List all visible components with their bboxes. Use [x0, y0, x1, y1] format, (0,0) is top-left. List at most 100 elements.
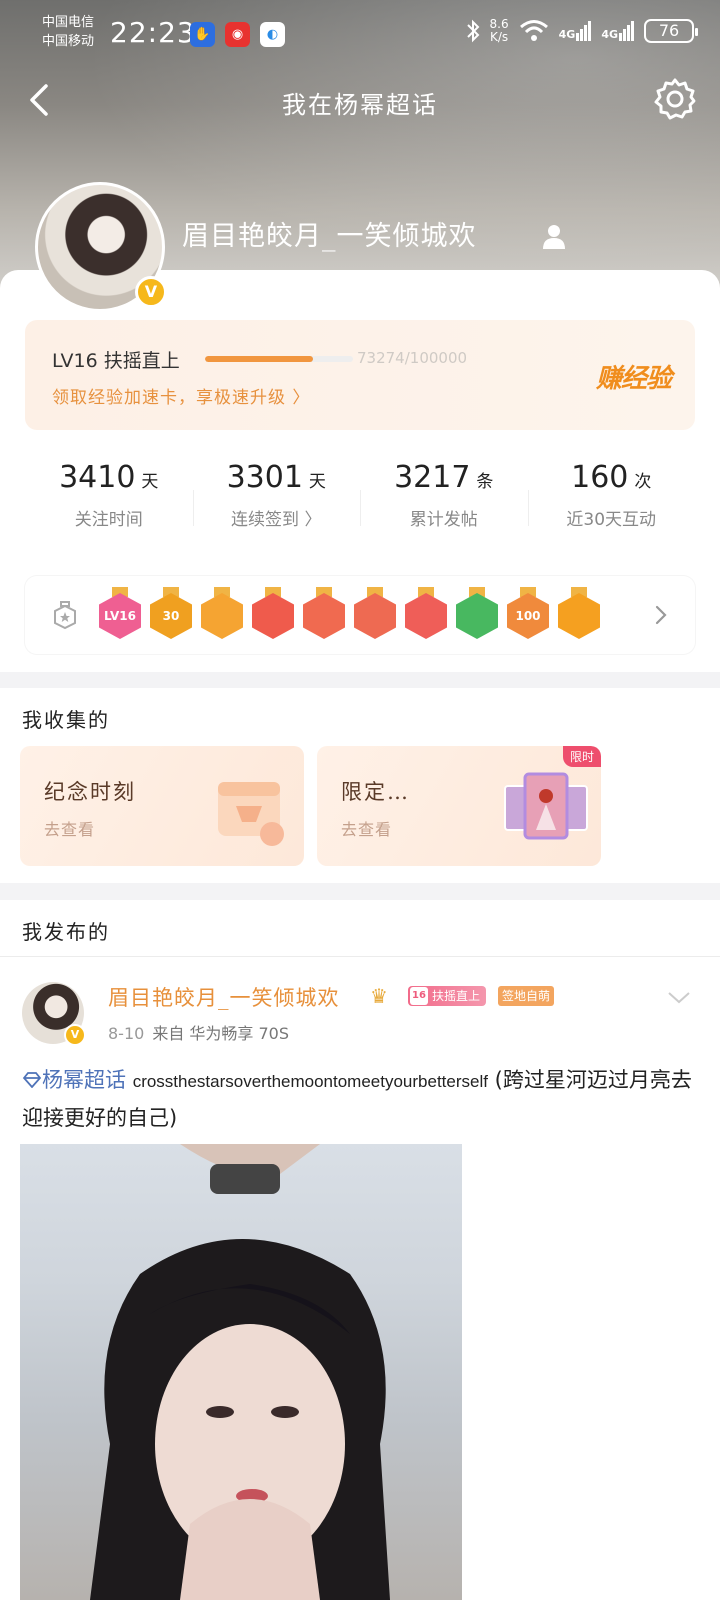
calendar-gift-icon	[218, 782, 284, 846]
battery-level: 76	[644, 19, 698, 43]
carrier-info: 中国电信 中国移动	[42, 13, 94, 51]
collection-card-title: 限定…	[341, 780, 410, 804]
stat-unit: 次	[634, 472, 652, 492]
rabbit-badge-icon[interactable]	[354, 587, 396, 639]
badge-hexagon: LV16	[99, 593, 141, 639]
post-photo	[90, 1144, 390, 1600]
weibo-icon: ◉	[225, 22, 250, 47]
crown-icon: ♛	[370, 984, 388, 1008]
clock: 22:23	[110, 16, 196, 49]
100-badge-icon[interactable]: 100	[507, 587, 549, 639]
chevron-right-icon[interactable]	[651, 600, 671, 630]
signal-strength-2: 4G	[601, 21, 634, 41]
level-label: LV16 扶摇直上	[52, 350, 180, 372]
post-source: 来自 华为畅享 70S	[152, 1024, 290, 1043]
stat-value: 160	[571, 460, 629, 495]
stat-label: 累计发帖	[409, 510, 478, 530]
section-title: 我发布的	[22, 920, 110, 944]
stat-label: 近30天互动	[566, 510, 657, 530]
badge-hexagon	[558, 593, 600, 639]
collection-card-link: 去查看	[44, 820, 96, 839]
signal-strength-1: 4G	[559, 21, 592, 41]
stat-interactions: 160 次 近30天互动	[527, 460, 696, 550]
level-progress-bar	[205, 356, 353, 362]
post-meta: 8-10 来自 华为畅享 70S	[108, 1020, 289, 1044]
level-progress-fill	[205, 356, 314, 362]
lv16-badge-icon[interactable]: LV16	[99, 587, 141, 639]
collection-card-memorial[interactable]: 纪念时刻 去查看	[20, 746, 304, 866]
post-text-en: crossthestarsoverthemoontomeetyourbetter…	[132, 1072, 488, 1091]
collection-card-link: 去查看	[341, 820, 393, 839]
stat-unit: 天	[308, 472, 326, 492]
person-icon[interactable]	[540, 222, 568, 250]
app-notification-icon: ✋	[190, 22, 215, 47]
stat-posts: 3217 条 累计发帖	[360, 460, 528, 550]
cactus-badge-icon[interactable]	[456, 587, 498, 639]
navigation-bar: 我在杨幂超话	[0, 70, 720, 130]
level-tag-text: 扶摇直上	[432, 989, 481, 1003]
level-tag: 16 扶摇直上	[408, 986, 487, 1006]
cat-badge-icon[interactable]	[252, 587, 294, 639]
stats-row: 3410 天 关注时间 3301 天 连续签到 〉 3217 条 累计发帖 160 次 …	[25, 460, 695, 550]
tiger-badge-icon[interactable]	[303, 587, 345, 639]
collection-card-limited[interactable]: 限时 限定… 去查看	[317, 746, 601, 866]
diamond-topic-icon	[22, 1072, 42, 1088]
stat-checkin[interactable]: 3301 天 连续签到 〉	[192, 460, 361, 550]
collection-card-title: 纪念时刻	[44, 780, 136, 804]
bunny-badge-icon[interactable]	[405, 587, 447, 639]
badge-hexagon: 30	[150, 593, 192, 639]
stat-unit: 条	[476, 472, 494, 492]
badge-hexagon	[201, 593, 243, 639]
posts-section: 我发布的 V 眉目艳皎月_一笑倾城欢 ♛ 16 扶摇直上 签地自萌 8-10 来自 …	[0, 900, 720, 1600]
post-image[interactable]	[20, 1144, 462, 1600]
chevron-down-icon[interactable]	[666, 990, 692, 1006]
limited-tag: 限时	[562, 746, 601, 767]
profile-avatar[interactable]: V	[35, 182, 167, 312]
settings-gear-icon[interactable]	[652, 76, 698, 122]
stat-value: 3301	[226, 460, 303, 495]
network-speed: 8.6 K/s	[489, 17, 509, 44]
30-days-badge-icon[interactable]: 30	[150, 587, 192, 639]
stat-value: 3217	[394, 460, 471, 495]
topic-name: 杨幂超话	[42, 1068, 126, 1092]
status-bar: 中国电信 中国移动 22:23 ✋ ◉ ◐ 8.6 K/s 4G 4G 76	[0, 0, 720, 64]
limited-cards-icon	[504, 772, 588, 840]
badge-hexagon: 100	[507, 593, 549, 639]
topic-link[interactable]: 杨幂超话	[22, 1068, 126, 1092]
sign-tag: 签地自萌	[498, 986, 555, 1006]
badge-hexagon	[354, 593, 396, 639]
badge-outline-icon	[54, 601, 76, 630]
boost-card-link[interactable]: 领取经验加速卡，享极速升级 〉	[52, 383, 310, 408]
stat-label: 连续签到 〉	[231, 510, 322, 530]
divider	[0, 956, 720, 957]
browser-icon: ◐	[260, 22, 285, 47]
verified-badge-icon: V	[135, 276, 167, 308]
earn-experience-button[interactable]: 赚经验	[596, 358, 672, 395]
section-title: 我收集的	[22, 708, 110, 732]
post-content: 杨幂超话 crossthestarsoverthemoontomeetyourb…	[22, 1062, 698, 1136]
badge-hexagon	[456, 593, 498, 639]
wifi-icon	[519, 20, 548, 41]
profile-card: LV16 扶摇直上 73274/100000 领取经验加速卡，享极速升级 〉 赚…	[0, 270, 720, 672]
stat-value: 3410	[59, 460, 136, 495]
badge-hexagon	[405, 593, 447, 639]
badge-hexagon	[303, 593, 345, 639]
bluetooth-icon	[466, 19, 479, 43]
carrier-1: 中国电信	[42, 15, 95, 30]
level-number: 16	[410, 987, 428, 1005]
experience-value: 73274/100000	[357, 349, 468, 367]
username: 眉目艳皎月_一笑倾城欢	[182, 221, 477, 252]
emoji-badge-icon[interactable]	[558, 587, 600, 639]
verified-badge-icon: V	[64, 1024, 86, 1046]
carrier-2: 中国移动	[42, 34, 95, 49]
badges-bar[interactable]: LV16 30 100	[25, 576, 695, 654]
collection-section: 我收集的 纪念时刻 去查看 限时 限定… 去查看	[0, 688, 720, 883]
stat-unit: 天	[141, 472, 159, 492]
post-date: 8-10	[108, 1024, 145, 1043]
level-panel[interactable]: LV16 扶摇直上 73274/100000 领取经验加速卡，享极速升级 〉 赚…	[25, 320, 695, 430]
badge-hexagon	[252, 593, 294, 639]
page-title: 我在杨幂超话	[282, 91, 438, 119]
stat-follow-time: 3410 天 关注时间	[25, 460, 193, 550]
post-author-name[interactable]: 眉目艳皎月_一笑倾城欢	[108, 982, 340, 1012]
crown-badge-icon[interactable]	[201, 587, 243, 639]
